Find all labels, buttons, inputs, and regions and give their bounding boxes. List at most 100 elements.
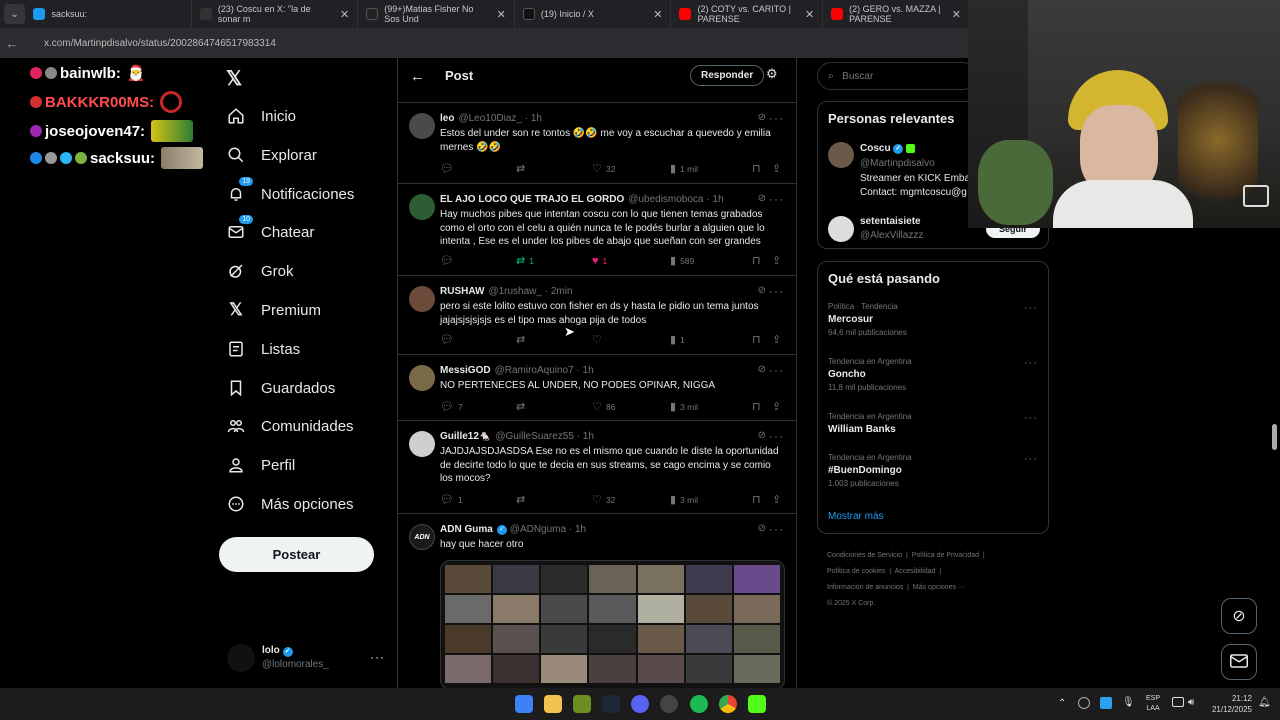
- search-input[interactable]: ⌕ Buscar: [817, 62, 977, 90]
- views-action[interactable]: ▮ 1: [670, 333, 752, 346]
- notifications-icon[interactable]: 🔔︎: [1258, 697, 1271, 708]
- clock[interactable]: 21:12 21/12/2025: [1206, 693, 1252, 715]
- post-button[interactable]: Postear: [219, 537, 374, 572]
- more-icon[interactable]: ···: [1024, 453, 1038, 465]
- footer-link[interactable]: Condiciones de Servicio: [827, 552, 902, 559]
- tab-5[interactable]: (2) COTY vs. CARITO | PARENSE ✕: [671, 0, 824, 28]
- bookmark-action[interactable]: ⊓: [752, 254, 772, 267]
- more-icon[interactable]: ···: [769, 363, 784, 377]
- speaker-icon[interactable]: 🔊︎: [1188, 697, 1194, 708]
- tweet-author[interactable]: leo: [440, 113, 454, 124]
- retweet-action[interactable]: ⇄ 1: [516, 254, 592, 267]
- nav-chatear[interactable]: 10 Chatear: [226, 215, 314, 247]
- grok-icon[interactable]: ⊘: [758, 430, 766, 441]
- x-logo-icon[interactable]: 𝕏: [226, 66, 242, 91]
- close-icon[interactable]: ✕: [944, 8, 961, 21]
- close-icon[interactable]: ✕: [645, 8, 662, 21]
- like-action[interactable]: ♡ 32: [592, 162, 670, 175]
- tweet-author[interactable]: ADN Guma: [440, 524, 493, 535]
- bookmark-action[interactable]: ⊓: [752, 333, 772, 346]
- avatar[interactable]: [409, 431, 435, 457]
- reply-action[interactable]: 💬︎ 7: [440, 400, 516, 413]
- person-name-row[interactable]: Coscu ✓: [860, 143, 916, 154]
- views-action[interactable]: ▮ 1 mil: [670, 162, 752, 175]
- account-name[interactable]: lolo ✓: [262, 645, 296, 657]
- tab-2[interactable]: (23) Coscu en X: "la de sonar m ✕: [192, 0, 359, 28]
- discord-icon[interactable]: [631, 695, 649, 713]
- reply-tweet[interactable]: RUSHAW @1rushaw_ · 2min ⊘ ··· pero si este…: [398, 276, 796, 355]
- trend-item[interactable]: Política · Tendencia Mercosur 64,6 mil pub…: [828, 302, 1048, 337]
- trend-item[interactable]: Tendencia en Argentina William Banks ···: [828, 412, 1048, 435]
- retweet-action[interactable]: ⇄: [516, 493, 592, 506]
- avatar[interactable]: [227, 644, 255, 672]
- bookmark-action[interactable]: ⊓: [752, 400, 772, 413]
- footer-link[interactable]: Política de cookies: [827, 568, 885, 575]
- retweet-action[interactable]: ⇄: [516, 333, 592, 346]
- reply-tweet[interactable]: ADN ADN Guma ✓ @ADNguma · 1h ⊘ ··· hay que …: [398, 514, 796, 688]
- messages-float-button[interactable]: [1221, 644, 1257, 680]
- nav-comunidades[interactable]: Comunidades: [226, 411, 354, 441]
- nav-perfil[interactable]: Perfil: [226, 450, 295, 480]
- settings-icon[interactable]: ⚙: [766, 66, 778, 82]
- tab-4[interactable]: (19) Inicio / X ✕: [515, 0, 672, 28]
- nav-inicio[interactable]: Inicio: [226, 101, 296, 131]
- more-icon[interactable]: ···: [1024, 302, 1038, 314]
- tweet-author[interactable]: RUSHAW: [440, 286, 484, 297]
- like-action[interactable]: ♡ 32: [592, 493, 670, 506]
- file-explorer-icon[interactable]: [544, 695, 562, 713]
- avatar[interactable]: [409, 194, 435, 220]
- nav-premium[interactable]: 𝕏 Premium: [226, 295, 321, 325]
- more-icon[interactable]: ···: [769, 429, 784, 443]
- footer-link[interactable]: Información de anuncios: [827, 584, 903, 591]
- reply-button[interactable]: Responder: [690, 65, 765, 86]
- retweet-action[interactable]: ⇄: [516, 162, 592, 175]
- nav-guardados[interactable]: Guardados: [226, 373, 335, 403]
- avatar[interactable]: [409, 113, 435, 139]
- tab-6[interactable]: (2) GERO vs. MAZZA | PARENSE ✕: [823, 0, 971, 28]
- reply-tweet[interactable]: EL AJO LOCO QUE TRAJO EL GORDO @ubedismob…: [398, 184, 796, 276]
- footer-link[interactable]: Política de Privacidad: [912, 552, 979, 559]
- show-more-link[interactable]: Mostrar más: [828, 511, 884, 522]
- share-action[interactable]: ⇪: [772, 493, 785, 506]
- more-icon[interactable]: ···: [1024, 412, 1038, 424]
- tab-3[interactable]: (99+)Matias Fisher No Sos Und ✕: [358, 0, 515, 28]
- grok-icon[interactable]: ⊘: [758, 193, 766, 204]
- language-indicator[interactable]: ESP LAA: [1146, 694, 1160, 714]
- minecraft-icon[interactable]: [573, 695, 591, 713]
- views-action[interactable]: ▮ 3 mil: [670, 493, 752, 506]
- more-icon[interactable]: ···: [1024, 357, 1038, 369]
- reply-tweet[interactable]: MessiGOD @RamiroAquino7 · 1h ⊘ ··· NO PERT…: [398, 355, 796, 421]
- grok-icon[interactable]: ⊘: [758, 285, 766, 296]
- tweet-author[interactable]: Guille12🐁: [440, 431, 491, 442]
- media-image[interactable]: [440, 560, 785, 688]
- back-icon[interactable]: ←: [0, 36, 24, 51]
- avatar[interactable]: [828, 142, 854, 168]
- adn-logo-icon[interactable]: ADN: [409, 524, 435, 550]
- like-action[interactable]: ♡: [592, 333, 670, 346]
- close-icon[interactable]: ✕: [797, 8, 814, 21]
- more-icon[interactable]: ···: [769, 192, 784, 206]
- scrollbar[interactable]: [1272, 424, 1277, 450]
- obs-icon[interactable]: [660, 695, 678, 713]
- nav-mas-opciones[interactable]: Más opciones: [226, 489, 354, 519]
- avatar[interactable]: [828, 216, 854, 242]
- reply-tweet[interactable]: leo @Leo10Diaz_ · 1h ⊘ ··· Estos del under…: [398, 103, 796, 184]
- tab-1[interactable]: sacksuu:: [25, 0, 192, 28]
- avatar[interactable]: [409, 365, 435, 391]
- nav-explorar[interactable]: Explorar: [226, 140, 317, 170]
- bookmark-action[interactable]: ⊓: [752, 493, 772, 506]
- network-icon[interactable]: [1078, 697, 1090, 709]
- reply-action[interactable]: 💬︎ 1: [440, 493, 516, 506]
- more-icon[interactable]: ···: [769, 111, 784, 125]
- grok-float-button[interactable]: ⊘: [1221, 598, 1257, 634]
- close-icon[interactable]: ✕: [489, 8, 506, 21]
- like-action[interactable]: ♥ 1: [592, 255, 670, 267]
- grok-icon[interactable]: ⊘: [758, 112, 766, 123]
- nav-notificaciones[interactable]: 19 Notificaciones: [226, 177, 354, 209]
- like-action[interactable]: ♡ 86: [592, 400, 670, 413]
- tweet-author[interactable]: EL AJO LOCO QUE TRAJO EL GORDO: [440, 194, 624, 205]
- reply-action[interactable]: 💬︎: [440, 333, 516, 346]
- display-icon[interactable]: [1172, 697, 1184, 707]
- footer-link[interactable]: Accesibilidad: [895, 568, 936, 575]
- views-action[interactable]: ▮ 589: [670, 254, 752, 267]
